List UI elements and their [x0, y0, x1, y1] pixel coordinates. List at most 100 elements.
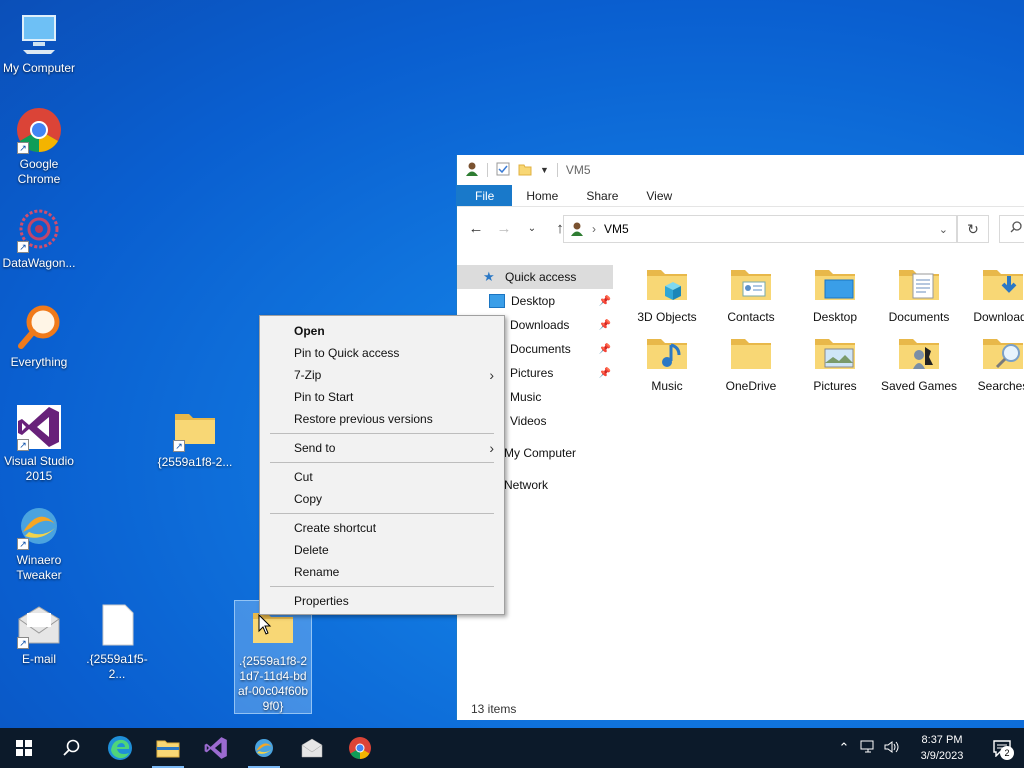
downloads-folder-icon — [979, 260, 1024, 308]
taskbar-chrome[interactable] — [336, 728, 384, 768]
menu-item-7zip[interactable]: 7-Zip › — [260, 364, 504, 386]
taskbar-edge[interactable] — [96, 728, 144, 768]
pin-icon: 📌 — [598, 367, 611, 379]
search-box[interactable] — [999, 215, 1024, 243]
nav-label: Downloads — [510, 318, 570, 332]
star-icon: ★ — [483, 269, 495, 284]
computer-icon — [15, 10, 63, 58]
start-button[interactable] — [0, 728, 48, 768]
nav-quick-access[interactable]: ★ Quick access — [457, 265, 613, 289]
nav-label: Videos — [510, 414, 547, 428]
folder-saved-games[interactable]: Saved Games — [877, 329, 961, 394]
folder-3d-objects[interactable]: 3D Objects — [625, 260, 709, 325]
search-button[interactable] — [48, 728, 96, 768]
pin-icon: 📌 — [598, 319, 611, 331]
show-hidden-icons-chevron-icon[interactable]: ⌃ — [832, 740, 856, 756]
menu-item-rename[interactable]: Rename — [260, 561, 504, 583]
folder-onedrive[interactable]: OneDrive — [709, 329, 793, 394]
customize-toolbar-icon[interactable]: ▼ — [540, 165, 549, 175]
notification-count-badge: 2 — [1000, 746, 1014, 760]
user-folder-icon — [571, 222, 583, 236]
refresh-button[interactable]: ↻ — [957, 215, 989, 243]
nav-label: My Computer — [504, 446, 577, 460]
menu-item-properties[interactable]: Properties — [260, 590, 504, 612]
desktop-icon-folder-selected[interactable]: .{2559a1f8-21d7-11d4-bdaf-00c04f60b9f0} — [234, 600, 312, 714]
folder-label: Documents — [888, 310, 950, 324]
taskbar-winaero[interactable] — [240, 728, 288, 768]
new-folder-quick-icon[interactable] — [518, 162, 532, 179]
desktop-icon-label: My Computer — [2, 61, 76, 75]
file-explorer-window[interactable]: ▼ VM5 File Home Share View ← → ⌄ ↑ › VM5… — [456, 155, 1024, 720]
winaero-icon: ↗ — [15, 502, 63, 550]
desktop-icon-email[interactable]: ↗ E-mail — [0, 601, 78, 667]
recent-locations-chevron-icon[interactable]: ⌄ — [523, 223, 541, 234]
3d-objects-folder-icon — [643, 260, 691, 300]
address-dropdown-icon[interactable]: ⌄ — [939, 223, 948, 236]
desktop-icon-everything[interactable]: Everything — [0, 304, 78, 370]
menu-item-delete[interactable]: Delete — [260, 539, 504, 561]
action-center-button[interactable]: 2 — [980, 728, 1024, 768]
desktop-icon-datawagon[interactable]: ↗ DataWagon... — [0, 205, 78, 271]
desktop-icon-winaero[interactable]: ↗ Winaero Tweaker — [0, 502, 78, 583]
volume-icon[interactable] — [880, 740, 904, 757]
folder-label: Contacts — [727, 310, 775, 324]
system-tray: ⌃ 8:37 PM 3/9/2023 2 — [832, 728, 1024, 768]
tab-view[interactable]: View — [632, 185, 686, 206]
folder-label: Music — [651, 379, 683, 393]
folder-label: Pictures — [813, 379, 857, 393]
folder-searches[interactable]: Searches — [961, 329, 1024, 394]
desktop-icon-chrome[interactable]: ↗ Google Chrome — [0, 106, 78, 187]
desktop-icon-folder-shortcut[interactable]: ↗ {2559a1f8-2... — [156, 404, 234, 470]
folder-pictures[interactable]: Pictures — [793, 329, 877, 394]
menu-separator — [270, 462, 494, 463]
chrome-icon — [349, 737, 371, 759]
address-path[interactable]: VM5 — [604, 222, 629, 236]
breadcrumb-chevron-icon[interactable]: › — [592, 222, 596, 236]
taskbar-visual-studio[interactable] — [192, 728, 240, 768]
forward-arrow-icon[interactable]: → — [495, 220, 513, 237]
shortcut-arrow-icon: ↗ — [17, 142, 29, 154]
desktop-icon-label: Visual Studio 2015 — [4, 454, 74, 483]
desktop-icon-my-computer[interactable]: My Computer — [0, 10, 78, 76]
nav-label: Pictures — [510, 366, 554, 380]
menu-item-open[interactable]: Open — [260, 320, 504, 342]
menu-item-copy[interactable]: Copy — [260, 488, 504, 510]
nav-label: Quick access — [505, 270, 577, 284]
submenu-arrow-icon: › — [489, 367, 494, 383]
searches-folder-icon — [979, 329, 1024, 377]
chrome-icon: ↗ — [15, 106, 63, 154]
folder-downloads[interactable]: Downloads — [961, 260, 1024, 325]
tab-share[interactable]: Share — [572, 185, 632, 206]
menu-item-cut[interactable]: Cut — [260, 466, 504, 488]
folder-desktop[interactable]: Desktop — [793, 260, 877, 325]
taskbar-file-explorer[interactable] — [144, 728, 192, 768]
desktop-icon — [489, 294, 505, 308]
title-bar[interactable]: ▼ VM5 — [457, 155, 1024, 185]
properties-quick-icon[interactable] — [496, 162, 510, 179]
folder-contacts[interactable]: Contacts — [709, 260, 793, 325]
menu-item-send-to[interactable]: Send to › — [260, 437, 504, 459]
tab-home[interactable]: Home — [512, 185, 572, 206]
pin-icon: 📌 — [598, 343, 611, 355]
edge-icon — [108, 736, 132, 760]
back-arrow-icon[interactable]: ← — [467, 220, 485, 237]
menu-item-create-shortcut[interactable]: Create shortcut — [260, 517, 504, 539]
tab-file[interactable]: File — [457, 185, 513, 206]
menu-separator — [270, 586, 494, 587]
network-icon[interactable] — [856, 740, 880, 757]
system-clock[interactable]: 8:37 PM 3/9/2023 — [904, 732, 980, 764]
folder-icon: ↗ — [171, 404, 219, 452]
music-folder-icon — [643, 329, 691, 377]
desktop-icon-visual-studio[interactable]: ↗ Visual Studio 2015 — [0, 403, 78, 484]
envelope-icon: ↗ — [15, 601, 63, 649]
taskbar-email[interactable] — [288, 728, 336, 768]
onedrive-folder-icon — [727, 329, 775, 377]
address-bar[interactable]: › VM5 ⌄ — [563, 215, 957, 243]
folder-music[interactable]: Music — [625, 329, 709, 394]
menu-item-pin-start[interactable]: Pin to Start — [260, 386, 504, 408]
menu-item-restore-previous-versions[interactable]: Restore previous versions — [260, 408, 504, 430]
menu-item-pin-quick-access[interactable]: Pin to Quick access — [260, 342, 504, 364]
folder-documents[interactable]: Documents — [877, 260, 961, 325]
desktop-icon-file[interactable]: .{2559a1f5-2... — [78, 601, 156, 682]
nav-desktop[interactable]: Desktop 📌 — [457, 289, 617, 313]
